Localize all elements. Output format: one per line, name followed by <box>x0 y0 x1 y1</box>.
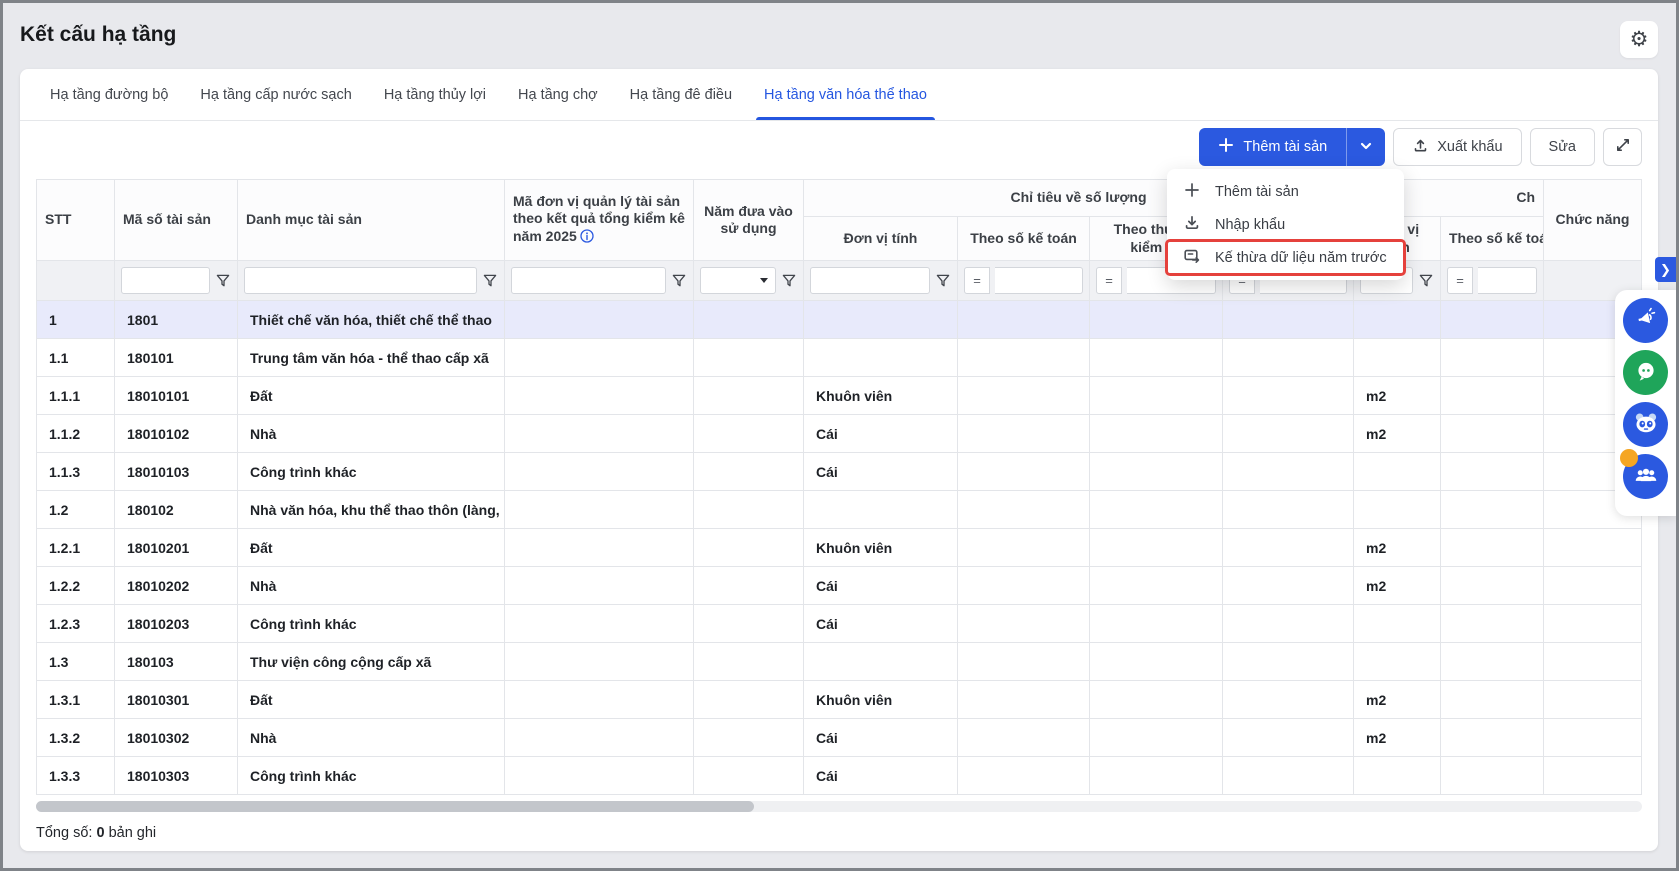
col-header-chucnang: Chức năng <box>1544 180 1642 261</box>
tab-1[interactable]: Hạ tầng cấp nước sạch <box>184 69 367 120</box>
col-header-ma_so: Mã số tài sản <box>115 180 238 261</box>
gear-icon: ⚙ <box>1630 29 1649 50</box>
filter-cell-tskt: = <box>958 261 1090 301</box>
chat-icon <box>1634 359 1658 386</box>
table-row[interactable]: 1.2180102Nhà văn hóa, khu thể thao thôn … <box>37 491 1642 529</box>
col-header-tskt2: Theo số kế toán <box>1441 217 1544 261</box>
menu-item-import[interactable]: Nhập khẩu <box>1167 208 1404 241</box>
scrollbar-thumb[interactable] <box>36 801 754 812</box>
col-header-nam: Năm đưa vào sử dụng <box>694 180 804 261</box>
app-window: Kết cấu hạ tầng ⚙ Hạ tầng đường bộHạ tần… <box>0 0 1679 871</box>
panel-expand-chevron[interactable]: ❯ <box>1655 257 1676 282</box>
expand-icon <box>1615 137 1631 157</box>
filter-input-ma_so[interactable] <box>121 267 210 294</box>
menu-item-add-asset[interactable]: Thêm tài sản <box>1167 175 1404 208</box>
filter-funnel-icon[interactable] <box>482 273 498 289</box>
table-row[interactable]: 1.1.318010103Công trình khácCái <box>37 453 1642 491</box>
filter-funnel-icon[interactable] <box>671 273 687 289</box>
table-row[interactable]: 1.3180103Thư viện công cộng cấp xã <box>37 643 1642 681</box>
filter-funnel-icon[interactable] <box>781 273 797 289</box>
filter-select-nam[interactable] <box>700 267 776 294</box>
filter-cell-danh_muc <box>238 261 505 301</box>
col-header-stt: STT <box>37 180 115 261</box>
page-title: Kết cấu hạ tầng <box>20 23 176 47</box>
chat-button[interactable] <box>1623 350 1668 395</box>
col-header-dvt: Đơn vị tính <box>804 217 958 261</box>
filter-funnel-icon[interactable] <box>1418 273 1434 289</box>
tab-4[interactable]: Hạ tầng đê điều <box>614 69 748 120</box>
filter-operator-tskt2: = <box>1447 267 1473 294</box>
filter-cell-dvt <box>804 261 958 301</box>
record-count: Tổng số: 0 bản ghi <box>20 812 1658 851</box>
table-row[interactable]: 1.1.218010102NhàCáim2 <box>37 415 1642 453</box>
plus-icon <box>1183 181 1201 203</box>
export-button[interactable]: Xuất khẩu <box>1393 128 1521 166</box>
col-header-tskt: Theo số kế toán <box>958 217 1090 261</box>
col-header-danh_muc: Danh mục tài sản <box>238 180 505 261</box>
menu-item-inherit-data[interactable]: Kế thừa dữ liệu năm trước <box>1167 241 1404 274</box>
tab-2[interactable]: Hạ tầng thủy lợi <box>368 69 502 120</box>
filter-input-tskt[interactable] <box>995 267 1083 294</box>
filter-input-tskt2[interactable] <box>1478 267 1537 294</box>
edit-button[interactable]: Sửa <box>1530 128 1595 166</box>
filter-cell-ma_so <box>115 261 238 301</box>
table-row[interactable]: 1.3.218010302NhàCáim2 <box>37 719 1642 757</box>
tab-5[interactable]: Hạ tầng văn hóa thể thao <box>748 69 943 120</box>
filter-cell-ma_dv <box>505 261 694 301</box>
settings-button[interactable]: ⚙ <box>1620 21 1658 58</box>
megaphone-icon <box>1635 308 1657 333</box>
filter-cell-stt <box>37 261 115 301</box>
filter-cell-nam <box>694 261 804 301</box>
table-row[interactable]: 1.1180101Trung tâm văn hóa - thể thao cấ… <box>37 339 1642 377</box>
table-row[interactable]: 1.3.118010301ĐấtKhuôn viênm2 <box>37 681 1642 719</box>
table-row[interactable]: 1.2.118010201ĐấtKhuôn viênm2 <box>37 529 1642 567</box>
download-icon <box>1183 214 1201 236</box>
tab-3[interactable]: Hạ tầng chợ <box>502 69 614 120</box>
filter-operator-ttkk: = <box>1096 267 1122 294</box>
chevron-down-icon <box>1359 139 1373 156</box>
table-row[interactable]: 1.3.318010303Công trình khácCái <box>37 757 1642 795</box>
assistant-panel <box>1615 290 1676 516</box>
horizontal-scrollbar <box>36 801 1642 812</box>
caret-down-icon <box>760 278 768 283</box>
filter-input-dvt[interactable] <box>810 267 930 294</box>
info-icon[interactable] <box>580 229 594 248</box>
tab-0[interactable]: Hạ tầng đường bộ <box>34 69 184 120</box>
plus-icon <box>1218 137 1234 157</box>
add-asset-dropdown-toggle[interactable] <box>1346 128 1385 166</box>
panda-button[interactable] <box>1623 402 1668 447</box>
expand-button[interactable] <box>1603 128 1642 166</box>
table-row[interactable]: 1.2.218010202NhàCáim2 <box>37 567 1642 605</box>
top-bar: Kết cấu hạ tầng ⚙ <box>3 3 1676 67</box>
content-card: Hạ tầng đường bộHạ tầng cấp nước sạchHạ … <box>20 69 1658 851</box>
notification-badge <box>1620 449 1638 467</box>
table-row[interactable]: 1.1.118010101ĐấtKhuôn viênm2 <box>37 377 1642 415</box>
filter-cell-tskt2: = <box>1441 261 1544 301</box>
filter-funnel-icon[interactable] <box>215 273 231 289</box>
col-header-ma_dv: Mã đơn vị quản lý tài sản theo kết quả t… <box>505 180 694 261</box>
filter-input-ma_dv[interactable] <box>511 267 666 294</box>
people-icon <box>1634 463 1658 490</box>
panda-icon <box>1633 410 1659 439</box>
table-row[interactable]: 11801Thiết chế văn hóa, thiết chế thể th… <box>37 301 1642 339</box>
inherit-data-icon <box>1183 247 1201 269</box>
add-asset-split-button: Thêm tài sản <box>1199 128 1385 166</box>
upload-icon <box>1412 137 1429 158</box>
megaphone-button[interactable] <box>1623 298 1668 343</box>
toolbar: Thêm tài sản Xuất khẩu Sửa <box>20 121 1658 179</box>
add-asset-menu: Thêm tài sản Nhập khẩu Kế thừa dữ liệu n… <box>1167 169 1404 280</box>
filter-input-danh_muc[interactable] <box>244 267 477 294</box>
filter-operator-tskt: = <box>964 267 990 294</box>
tab-bar: Hạ tầng đường bộHạ tầng cấp nước sạchHạ … <box>20 69 1658 121</box>
add-asset-button[interactable]: Thêm tài sản <box>1199 128 1346 166</box>
table-row[interactable]: 1.2.318010203Công trình khácCái <box>37 605 1642 643</box>
filter-funnel-icon[interactable] <box>935 273 951 289</box>
